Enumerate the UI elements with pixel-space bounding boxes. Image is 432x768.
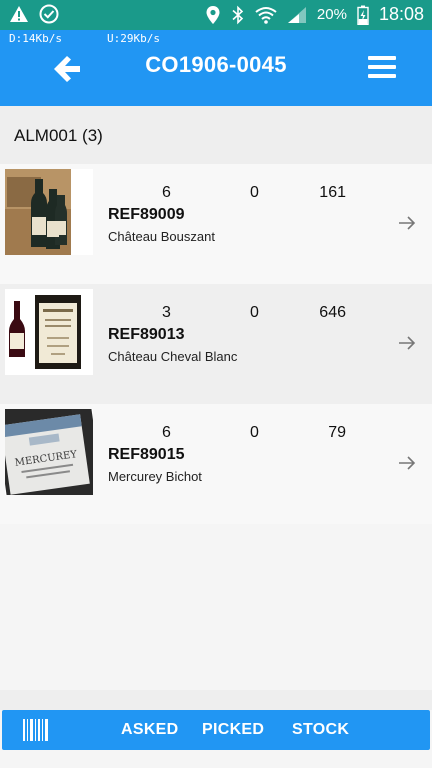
clock: 18:08 [378, 4, 424, 24]
tab-stock[interactable]: STOCK [292, 721, 349, 739]
product-image [5, 169, 93, 255]
battery-percent: 20% [316, 6, 347, 23]
list-item[interactable]: 3 0 646 REF89013 Château Cheval Blanc [0, 284, 432, 404]
wifi-icon [255, 6, 277, 24]
picked-quantity: 0 [250, 304, 259, 321]
tab-asked[interactable]: ASKED [121, 721, 179, 739]
footer-divider [0, 690, 432, 710]
item-list: 6 0 161 REF89009 Château Bouszant 3 0 64… [0, 164, 432, 524]
picked-quantity: 0 [250, 424, 259, 441]
menu-button[interactable] [368, 56, 396, 80]
item-reference: REF89009 [108, 206, 185, 223]
product-image: MERCUREY [5, 409, 93, 495]
warning-icon [10, 6, 28, 22]
check-circle-icon [39, 4, 59, 24]
picked-quantity: 0 [250, 184, 259, 201]
product-image [5, 289, 93, 375]
status-bar: 20% 18:08 [0, 0, 432, 30]
bluetooth-icon [232, 5, 244, 24]
battery-charging-icon [357, 5, 369, 25]
app-bar: D:14Kb/s U:29Kb/s CO1906-0045 [0, 30, 432, 106]
asked-quantity: 6 [162, 184, 171, 201]
download-speed: D:14Kb/s [9, 32, 62, 45]
list-item[interactable]: 6 0 161 REF89009 Château Bouszant [0, 164, 432, 284]
stock-quantity: 79 [328, 424, 346, 441]
item-name: Château Bouszant [108, 229, 215, 244]
bottom-bar: ASKED PICKED STOCK [2, 710, 430, 750]
stock-quantity: 161 [319, 184, 346, 201]
upload-speed: U:29Kb/s [107, 32, 160, 45]
bottom-spacer [0, 750, 432, 768]
barcode-scan-button[interactable] [22, 718, 50, 742]
item-reference: REF89015 [108, 446, 185, 463]
item-name: Château Cheval Blanc [108, 349, 238, 364]
location-header-label: ALM001 (3) [14, 126, 103, 145]
arrow-right-icon [399, 216, 416, 230]
section-header: ALM001 (3) [0, 106, 432, 164]
asked-quantity: 6 [162, 424, 171, 441]
tab-picked[interactable]: PICKED [202, 721, 264, 739]
menu-icon [368, 56, 396, 60]
asked-quantity: 3 [162, 304, 171, 321]
signal-icon [287, 6, 306, 23]
list-item[interactable]: MERCUREY 6 0 79 REF89015 Mercurey Bichot [0, 404, 432, 524]
stock-quantity: 646 [319, 304, 346, 321]
item-name: Mercurey Bichot [108, 469, 202, 484]
item-reference: REF89013 [108, 326, 185, 343]
barcode-icon [23, 719, 48, 741]
arrow-right-icon [399, 456, 416, 470]
location-icon [206, 5, 220, 24]
arrow-right-icon [399, 336, 416, 350]
